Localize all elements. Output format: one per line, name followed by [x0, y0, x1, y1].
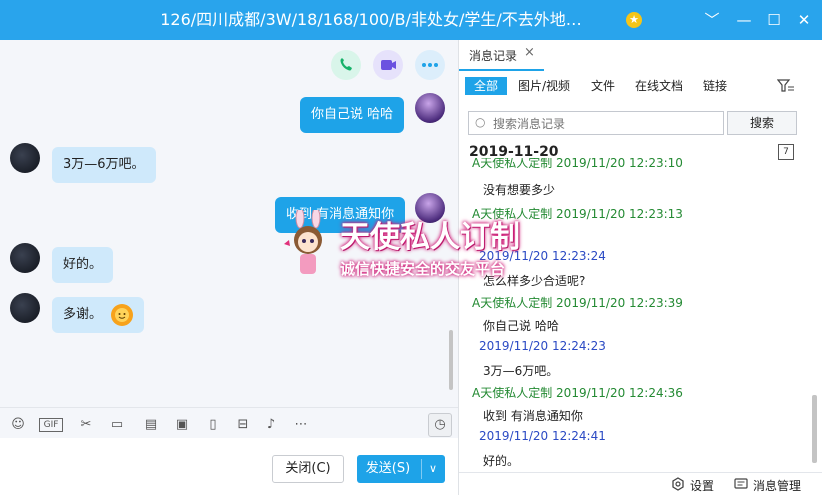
- message-bubble-incoming[interactable]: 好的。: [52, 247, 114, 283]
- send-button[interactable]: 发送(S) ∨: [357, 455, 445, 483]
- music-icon[interactable]: ♪: [262, 416, 280, 434]
- avatar[interactable]: [415, 93, 445, 123]
- title-bar: 126/四川成都/3W/18/168/100/B/非处女/学生/不去外地… ★ …: [0, 0, 822, 40]
- scroll-thumb[interactable]: [812, 395, 817, 463]
- history-clock-icon[interactable]: ◷: [428, 413, 452, 437]
- filter-files[interactable]: 文件: [591, 77, 615, 95]
- star-badge-icon: ★: [626, 12, 642, 28]
- input-toolbar: ☺ GIF ✂ ▭ ▤ ▣ ▯ ⊟ ♪ ⋯ ◷: [0, 407, 458, 438]
- emoji-icon[interactable]: ☺: [9, 416, 27, 434]
- avatar[interactable]: [10, 293, 40, 323]
- message-text: 多谢。: [63, 307, 103, 322]
- image-icon[interactable]: ▣: [173, 416, 191, 434]
- divider: [421, 459, 422, 479]
- history-list: A天使私人定制 2019/11/20 12:23:10 没有想要多少 A天使私人…: [459, 158, 822, 472]
- gif-icon[interactable]: GIF: [39, 418, 63, 432]
- send-label: 发送(S): [365, 461, 411, 476]
- history-message[interactable]: 没有想要多少: [483, 181, 555, 198]
- history-message[interactable]: 收到 有消息通知你: [483, 407, 583, 424]
- filter-links[interactable]: 链接: [703, 77, 727, 95]
- voice-call-icon[interactable]: [331, 50, 361, 80]
- history-message[interactable]: 好的。: [483, 452, 519, 469]
- history-scrollbar[interactable]: [810, 158, 818, 468]
- history-sender: 2019/11/20 12:24:23: [479, 339, 606, 353]
- folder-icon[interactable]: ▭: [108, 416, 126, 434]
- message-bubble-incoming[interactable]: 多谢。: [52, 297, 145, 333]
- history-message[interactable]: 你自己说 哈哈: [483, 317, 559, 334]
- video-call-icon[interactable]: [373, 50, 403, 80]
- message-manage-button[interactable]: 消息管理: [753, 477, 801, 494]
- close-button[interactable]: 关闭(C): [272, 455, 344, 483]
- history-sender: A天使私人定制 2019/11/20 12:23:10: [472, 158, 683, 170]
- more-icon[interactable]: ⋯: [292, 416, 310, 434]
- history-sender: 2019/11/20 12:24:41: [479, 429, 606, 443]
- search-input[interactable]: [491, 114, 715, 134]
- message-bubble-outgoing[interactable]: 你自己说 哈哈: [300, 97, 405, 133]
- close-tab-icon[interactable]: ×: [524, 45, 535, 60]
- settings-button[interactable]: 设置: [690, 477, 714, 494]
- watermark-title: 天使私人订制: [340, 220, 520, 255]
- filter-docs[interactable]: 在线文档: [635, 77, 683, 95]
- message-manage-icon[interactable]: [734, 477, 748, 491]
- avatar[interactable]: [10, 143, 40, 173]
- watermark-subtitle: 诚信快捷安全的交友平台: [340, 260, 506, 278]
- watermark-overlay: 天使私人订制 诚信快捷安全的交友平台: [280, 210, 550, 280]
- scroll-thumb[interactable]: [449, 330, 453, 390]
- settings-gear-icon[interactable]: [671, 477, 685, 491]
- history-footer: 设置 消息管理: [459, 472, 822, 496]
- chevron-down-icon[interactable]: ∨: [423, 455, 443, 483]
- filter-all[interactable]: 全部: [465, 77, 508, 95]
- window-title: 126/四川成都/3W/18/168/100/B/非处女/学生/不去外地…: [160, 10, 582, 29]
- tab-history[interactable]: 消息记录: [469, 47, 517, 64]
- maximize-icon[interactable]: ☐: [760, 6, 788, 34]
- tab-underline: [459, 69, 544, 71]
- filter-icon[interactable]: [777, 78, 795, 94]
- vibrate-icon[interactable]: ▯: [204, 416, 222, 434]
- history-message[interactable]: 3万—6万吧。: [483, 362, 558, 379]
- scissors-icon[interactable]: ✂: [77, 416, 95, 434]
- close-window-icon[interactable]: ✕: [790, 6, 818, 34]
- red-packet-icon[interactable]: ⊟: [234, 416, 252, 434]
- collapse-icon[interactable]: ﹀: [698, 6, 726, 34]
- filter-media[interactable]: 图片/视频: [518, 77, 570, 95]
- minimize-icon[interactable]: —: [730, 6, 758, 34]
- avatar[interactable]: [10, 243, 40, 273]
- history-sender: A天使私人定制 2019/11/20 12:23:39: [472, 296, 683, 310]
- search-icon: ○: [475, 115, 486, 129]
- search-button[interactable]: 搜索: [727, 111, 797, 135]
- message-bubble-incoming[interactable]: 3万—6万吧。: [52, 147, 156, 183]
- image-collage-icon[interactable]: ▤: [142, 416, 160, 434]
- history-sender: A天使私人定制 2019/11/20 12:24:36: [472, 386, 683, 400]
- anime-girl-sticker-icon: [284, 210, 322, 274]
- more-options-icon[interactable]: [415, 50, 445, 80]
- search-field[interactable]: ○: [468, 111, 724, 135]
- sun-emoji-icon: [111, 304, 134, 326]
